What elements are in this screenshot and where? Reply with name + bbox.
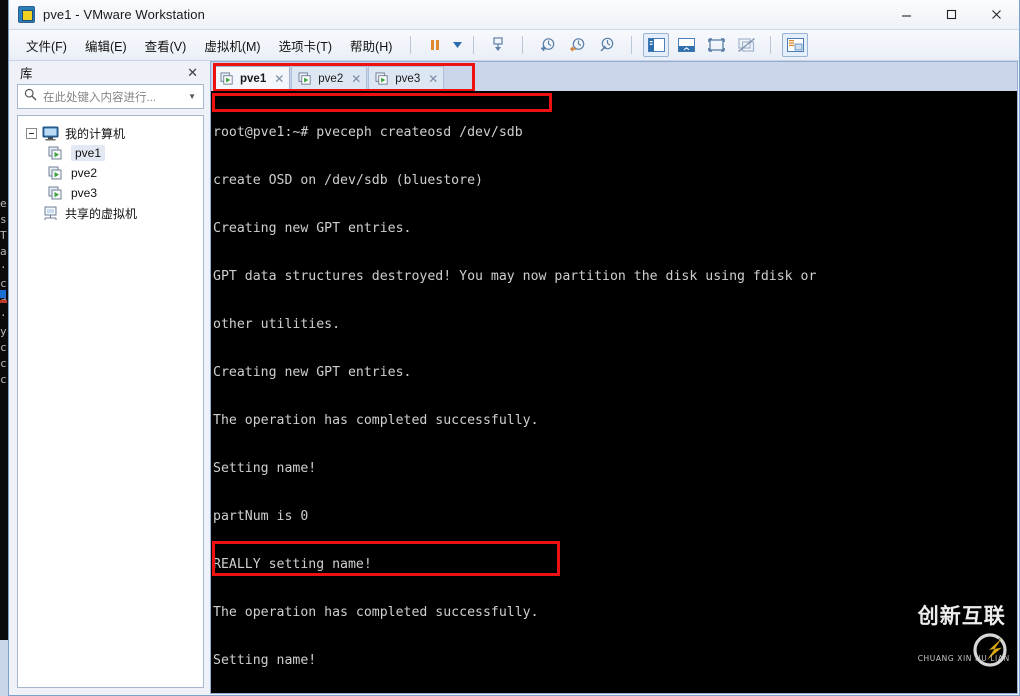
library-tree[interactable]: 我的计算机 pve1 pve2 pve3 共享的虚拟机 [17,115,204,688]
watermark-text: 创新互联 CHUANG XIN HU LIAN [918,579,1013,689]
thumbnail-bar-icon[interactable] [782,33,809,57]
computer-icon [42,126,59,141]
annotation-box-command [212,93,552,112]
close-button[interactable] [974,0,1019,30]
tree-item-pve2[interactable]: pve2 [22,163,199,183]
toolbar-separator [410,36,412,54]
vmware-icon [18,6,35,23]
vm-tab-pve1[interactable]: pve1 ✕ [213,66,291,91]
virtual-machine-icon [48,146,65,161]
minimize-button[interactable] [884,0,929,30]
vm-tab-label: pve3 [395,73,421,85]
close-icon[interactable]: ✕ [274,73,284,85]
terminal-line: partNum is 0 [213,509,309,524]
terminal-line: GPT data structures destroyed! You may n… [213,269,817,284]
close-icon[interactable]: ✕ [183,65,202,80]
virtual-machine-icon [298,72,313,86]
watermark-cn: 创新互联 [917,603,1006,628]
vm-content-area: pve1 ✕ pve2 ✕ pve3 ✕ root@pve1:~# pvecep… [210,61,1018,694]
chevron-down-icon[interactable] [450,33,464,57]
unity-mode-icon[interactable] [733,33,759,57]
vm-tab-strip: pve1 ✕ pve2 ✕ pve3 ✕ [211,62,1017,92]
terminal-line: Creating new GPT entries. [213,365,412,380]
virtual-machine-icon [220,72,235,86]
tree-item-label: pve3 [71,186,98,200]
show-console-icon[interactable] [673,33,699,57]
toolbar-separator [473,36,475,54]
tree-item-label: pve1 [71,145,106,161]
maximize-button[interactable] [929,0,974,30]
menu-vm[interactable]: 虚拟机(M) [195,32,269,59]
title-bar: pve1 - VMware Workstation [9,0,1019,30]
tree-item-label: pve2 [71,166,98,180]
vm-tab-label: pve2 [318,73,344,85]
tree-item-shared-vms[interactable]: 共享的虚拟机 [22,203,199,223]
menu-bar: 文件(F) 编辑(E) 查看(V) 虚拟机(M) 选项卡(T) 帮助(H) [9,30,1019,61]
virtual-machine-icon [48,166,65,181]
menu-edit[interactable]: 编辑(E) [76,32,136,59]
tree-item-my-computer[interactable]: 我的计算机 [22,123,199,143]
shared-vm-icon [42,206,59,221]
watermark: 创新互联 CHUANG XIN HU LIAN [876,579,1013,689]
snapshot-take-icon[interactable] [534,33,560,57]
terminal-line: Setting name! [213,461,317,476]
vmware-workstation-window: pve1 - VMware Workstation 文件(F) 编辑(E) 查看… [8,0,1020,696]
fullscreen-icon[interactable] [703,33,729,57]
terminal-line: The operation has completed successfully… [213,413,539,428]
search-icon [24,88,37,106]
virtual-machine-icon [48,186,65,201]
cx-logo-icon [876,615,1007,667]
terminal-line: Creating new GPT entries. [213,221,412,236]
toolbar-separator [770,36,772,54]
search-placeholder: 在此处键入内容进行... [43,91,157,104]
terminal-line: create OSD on /dev/sdb (bluestore) [213,173,483,188]
workspace: 库 ✕ 在此处键入内容进行... ▼ 我的计算机 pve1 pve2 pve3 … [9,61,1019,695]
watermark-en: CHUANG XIN HU LIAN [917,654,1010,664]
suspend-icon[interactable] [422,33,448,57]
tree-item-label: 我的计算机 [65,126,126,141]
library-header: 库 ✕ [17,61,204,84]
library-title: 库 [20,67,33,81]
menu-tabs[interactable]: 选项卡(T) [270,32,341,59]
tree-collapse-toggle[interactable] [26,127,37,139]
power-options-icon[interactable] [485,33,511,57]
close-icon[interactable]: ✕ [351,73,361,85]
snapshot-manager-icon[interactable] [594,33,620,57]
virtual-machine-icon [375,72,390,86]
close-icon[interactable]: ✕ [428,73,438,85]
vm-tab-pve2[interactable]: pve2 ✕ [291,66,368,91]
vm-tab-pve3[interactable]: pve3 ✕ [368,66,445,91]
chevron-down-icon[interactable]: ▼ [188,92,196,101]
library-sidebar: 库 ✕ 在此处键入内容进行... ▼ 我的计算机 pve1 pve2 pve3 … [9,61,210,695]
menu-view[interactable]: 查看(V) [136,32,196,59]
show-library-icon[interactable] [643,33,670,57]
window-title: pve1 - VMware Workstation [43,7,205,22]
terminal-console[interactable]: root@pve1:~# pveceph createosd /dev/sdb … [211,91,1017,693]
background-accent-blue [0,290,6,298]
snapshot-revert-icon[interactable] [564,33,590,57]
toolbar-separator [631,36,633,54]
menu-help[interactable]: 帮助(H) [341,32,401,59]
terminal-line: root@pve1:~# pveceph createosd /dev/sdb [213,125,523,140]
search-input[interactable]: 在此处键入内容进行... ▼ [17,84,204,109]
window-controls [884,0,1019,30]
tree-item-pve3[interactable]: pve3 [22,183,199,203]
terminal-line: REALLY setting name! [213,557,372,572]
tree-item-pve1[interactable]: pve1 [22,143,199,163]
menu-file[interactable]: 文件(F) [17,32,76,59]
vm-tab-label: pve1 [240,73,267,85]
toolbar-separator [522,36,524,54]
background-accent-red [0,300,7,303]
terminal-line: other utilities. [213,317,341,332]
tree-item-label: 共享的虚拟机 [65,206,138,221]
